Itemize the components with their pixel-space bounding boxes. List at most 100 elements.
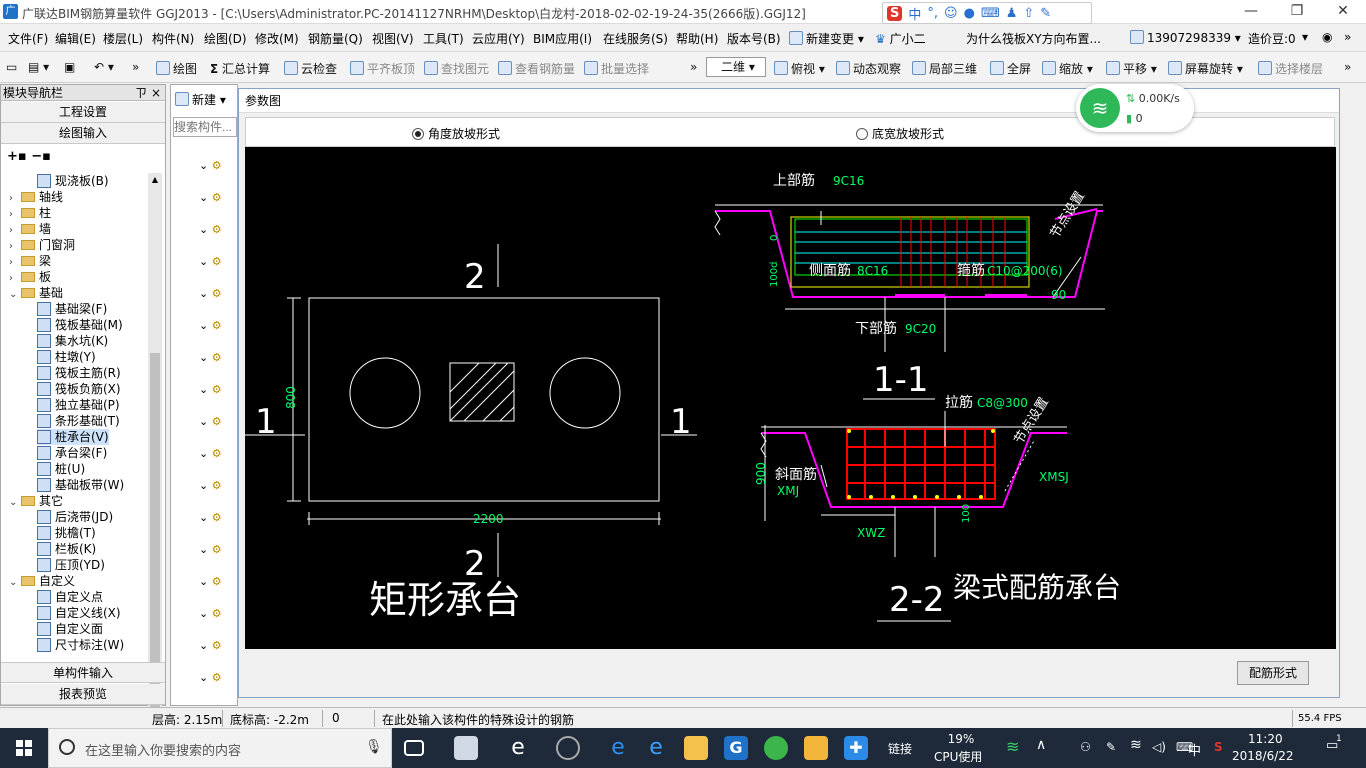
menu-bim[interactable]: BIM应用(I) <box>533 30 592 47</box>
taskbar-search[interactable]: 在这里输入你要搜索的内容 🎙 <box>48 728 392 768</box>
undo-icon[interactable]: ↶ ▾ <box>94 60 114 74</box>
ime-punct[interactable]: °, <box>927 6 938 21</box>
network-tray-icon[interactable]: ≋ <box>1130 737 1142 753</box>
ie-browser-icon[interactable]: e <box>506 736 530 760</box>
collapse-icon[interactable]: ⌄ <box>199 479 212 492</box>
tree-item[interactable]: 现浇板(B) <box>37 173 109 189</box>
tree-item[interactable]: › 梁 <box>9 253 51 269</box>
list-item[interactable]: ⌄ ⚙ <box>199 639 222 652</box>
collapse-icon[interactable]: ⌄ <box>199 575 212 588</box>
tree-item[interactable]: 桩(U) <box>37 461 85 477</box>
spiral-app-icon[interactable] <box>556 736 580 760</box>
tree-item[interactable]: › 墙 <box>9 221 51 237</box>
scroll-up-icon[interactable]: ▲ <box>149 175 161 184</box>
collapse-icon[interactable]: ⌄ <box>199 159 212 172</box>
collapse-icon[interactable]: ⌄ <box>199 447 212 460</box>
mic-search-icon[interactable]: 🎙 <box>365 739 383 755</box>
rotate-button[interactable]: 屏幕旋转 ▾ <box>1168 60 1243 77</box>
pin-icon[interactable]: ㄗ <box>135 85 147 101</box>
input-language[interactable]: 中 <box>1188 740 1201 759</box>
tree-item[interactable]: 自定义面 <box>37 621 103 637</box>
collapse-icon[interactable]: ⌄ <box>199 511 212 524</box>
tree-scrollbar[interactable]: ▲ ▼ <box>148 173 162 739</box>
list-item[interactable]: ⌄ ⚙ <box>199 607 222 620</box>
tree-item[interactable]: 挑檐(T) <box>37 525 96 541</box>
tree-item[interactable]: 压顶(YD) <box>37 557 105 573</box>
tree-item[interactable]: ⌄ 基础 <box>9 285 63 301</box>
open-file-icon[interactable]: ▤ ▾ <box>28 60 49 74</box>
volume-icon[interactable]: ◁) <box>1152 740 1166 754</box>
tree-item[interactable]: 独立基础(P) <box>37 397 120 413</box>
menu-online[interactable]: 在线服务(S) <box>603 30 668 47</box>
link-label[interactable]: 链接 <box>888 740 912 757</box>
collapse-icon[interactable]: ⌄ <box>9 575 21 591</box>
dynamic-view-button[interactable]: 动态观察 <box>836 60 901 77</box>
tree-item[interactable]: ⌄ 其它 <box>9 493 63 509</box>
tree-item[interactable]: › 门窗洞 <box>9 237 75 253</box>
top-view-button[interactable]: 俯视 ▾ <box>774 60 825 77</box>
menu-rebar-qty[interactable]: 钢筋量(Q) <box>308 30 363 47</box>
list-item[interactable]: ⌄ ⚙ <box>199 191 222 204</box>
menu-new-change[interactable]: 新建变更 ▾ <box>789 30 864 47</box>
list-item[interactable]: ⌄ ⚙ <box>199 383 222 396</box>
smile-icon[interactable]: ☺ <box>944 6 958 21</box>
project-settings-button[interactable]: 工程设置 <box>1 102 165 123</box>
collapse-icon[interactable]: ⌄ <box>9 495 21 511</box>
menu-guangxiaoer[interactable]: ♛ 广小二 <box>875 30 926 47</box>
select-floor-button[interactable]: 选择楼层 <box>1258 60 1323 77</box>
tree-item[interactable]: 基础板带(W) <box>37 477 124 493</box>
batch-select-button[interactable]: 批量选择 <box>584 60 649 77</box>
menu-tools[interactable]: 工具(T) <box>423 30 464 47</box>
power-icon[interactable]: ✎ <box>1106 740 1116 754</box>
tree-item[interactable]: 栏板(K) <box>37 541 96 557</box>
more-icon[interactable]: » <box>1344 30 1351 44</box>
toolbar-more-icon[interactable]: » <box>132 60 139 74</box>
sogou-icon[interactable]: S <box>887 5 903 21</box>
collapse-icon[interactable]: ⌄ <box>199 671 212 684</box>
tree-item[interactable]: › 轴线 <box>9 189 63 205</box>
pan-button[interactable]: 平移 ▾ <box>1106 60 1157 77</box>
radio-angle-slope[interactable]: 角度放坡形式 <box>412 125 500 142</box>
menu-view[interactable]: 视图(V) <box>372 30 414 47</box>
mic-icon[interactable]: ● <box>964 6 975 21</box>
tree-item[interactable]: 柱墩(Y) <box>37 349 96 365</box>
shirt-icon[interactable]: ♟ <box>1006 6 1018 21</box>
wifi-tray-icon[interactable]: ≋ <box>1006 737 1019 756</box>
beans-icon[interactable]: ◉ <box>1322 30 1332 44</box>
tree-item[interactable]: 基础梁(F) <box>37 301 107 317</box>
new-component-button[interactable]: 新建 ▾ <box>175 91 226 108</box>
start-button[interactable] <box>0 728 48 768</box>
clock-time[interactable]: 11:20 <box>1248 732 1283 746</box>
report-preview-button[interactable]: 报表预览 <box>1 684 165 705</box>
list-item[interactable]: ⌄ ⚙ <box>199 543 222 556</box>
phone-account[interactable]: 13907298339 ▾ <box>1130 30 1241 45</box>
list-item[interactable]: ⌄ ⚙ <box>199 671 222 684</box>
list-item[interactable]: ⌄ ⚙ <box>199 159 222 172</box>
ie-browser-icon-2[interactable]: e <box>644 736 668 760</box>
tree-item[interactable]: 承台梁(F) <box>37 445 107 461</box>
list-item[interactable]: ⌄ ⚙ <box>199 511 222 524</box>
people-icon[interactable]: ⚇ <box>1080 740 1091 754</box>
list-item[interactable]: ⌄ ⚙ <box>199 287 222 300</box>
list-item[interactable]: ⌄ ⚙ <box>199 415 222 428</box>
tree-item[interactable]: 筏板负筋(X) <box>37 381 121 397</box>
new-file-icon[interactable]: ▭ <box>6 60 17 74</box>
menu-edit[interactable]: 编辑(E) <box>55 30 96 47</box>
clock-date[interactable]: 2018/6/22 <box>1232 749 1294 763</box>
local-3d-button[interactable]: 局部三维 <box>912 60 977 77</box>
tree-item[interactable]: 筏板基础(M) <box>37 317 123 333</box>
keyboard-icon[interactable]: ⌨ <box>981 6 1000 21</box>
tree-item[interactable]: 桩承台(V) <box>37 429 109 445</box>
beans-dropdown[interactable]: ▾ <box>1302 30 1308 44</box>
edge-browser-icon[interactable]: e <box>606 736 630 760</box>
draw-input-button[interactable]: 绘图输入 <box>1 123 165 144</box>
radio-angle-dot[interactable] <box>412 128 424 140</box>
tree-item[interactable]: 集水坑(K) <box>37 333 108 349</box>
menu-file[interactable]: 文件(F) <box>8 30 48 47</box>
network-widget[interactable]: ≋ ⇅ 0.00K/s ▮ 0 <box>1076 84 1194 132</box>
list-item[interactable]: ⌄ ⚙ <box>199 255 222 268</box>
glodon-taskbar-icon[interactable]: G <box>724 736 748 760</box>
task-view-icon[interactable] <box>404 740 424 756</box>
menu-floor[interactable]: 楼层(L) <box>103 30 143 47</box>
menu-cloud[interactable]: 云应用(Y) <box>472 30 525 47</box>
